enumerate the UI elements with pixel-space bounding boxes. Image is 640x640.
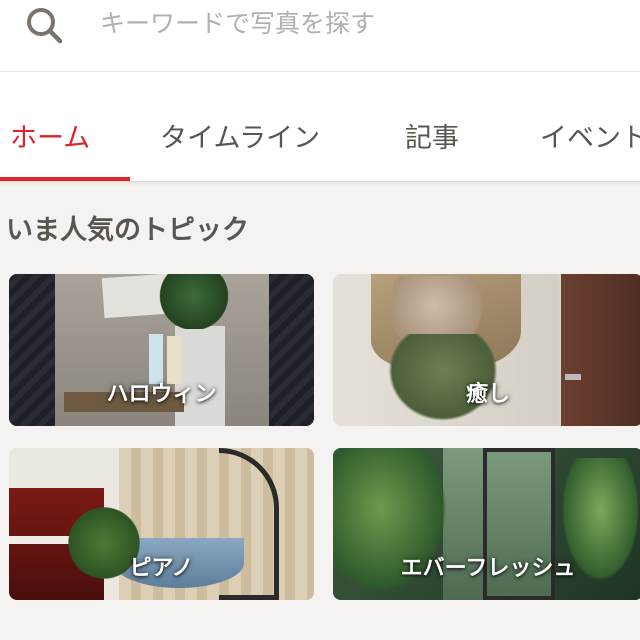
section-title: いま人気のトピック xyxy=(6,215,249,246)
active-tab-indicator xyxy=(0,177,130,181)
tab-articles[interactable]: 記事 xyxy=(405,116,459,156)
topic-card-everfresh[interactable]: エバーフレッシュ xyxy=(333,448,640,600)
search-input[interactable] xyxy=(100,4,620,42)
topic-label: ピアノ xyxy=(129,556,194,581)
tab-timeline[interactable]: タイムライン xyxy=(160,116,320,156)
topic-label: 癒し xyxy=(465,382,510,407)
search-bar xyxy=(0,0,640,72)
topic-label: エバーフレッシュ xyxy=(400,556,576,581)
topic-card-halloween[interactable]: ハロウィン xyxy=(9,274,314,426)
tab-bar: ホーム タイムライン 記事 イベント xyxy=(0,72,640,182)
topic-card-healing[interactable]: 癒し xyxy=(333,274,640,426)
topic-card-piano[interactable]: ピアノ xyxy=(9,448,314,600)
topic-label: ハロウィン xyxy=(106,382,217,407)
search-icon[interactable] xyxy=(22,3,66,47)
tab-home[interactable]: ホーム xyxy=(10,116,90,156)
tab-events[interactable]: イベント xyxy=(540,116,640,156)
